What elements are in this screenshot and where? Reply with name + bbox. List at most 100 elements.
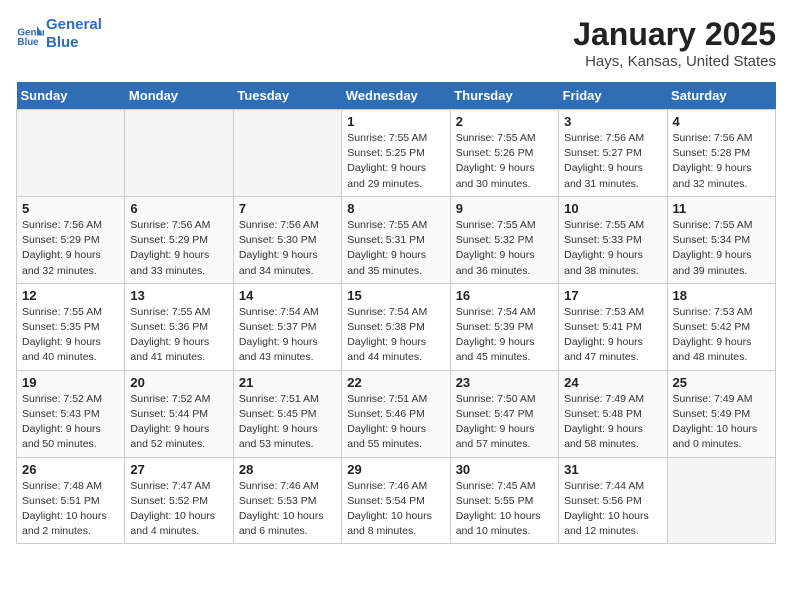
day-number: 3: [564, 114, 661, 129]
logo-line2: Blue: [46, 34, 102, 52]
calendar-cell: 12Sunrise: 7:55 AM Sunset: 5:35 PM Dayli…: [17, 283, 125, 370]
day-number: 28: [239, 462, 336, 477]
calendar-cell: 22 Sunrise: 7:51 AM Sunset: 5:46 PM Dayli…: [342, 370, 450, 457]
calendar-cell: 19 Sunrise: 7:52 AM Sunset: 5:43 PM Dayli…: [17, 370, 125, 457]
day-info: Sunrise: 7:52 AM Sunset: 5:44 PM Dayligh…: [130, 392, 227, 453]
day-number: 23: [456, 375, 553, 390]
day-info: Sunrise: 7:56 AM Sunset: 5:29 PM Dayligh…: [130, 218, 227, 279]
day-info: Sunrise: 7:51 AM Sunset: 5:45 PM Dayligh…: [239, 392, 336, 453]
calendar-cell: 4 Sunrise: 7:56 AM Sunset: 5:28 PM Daylig…: [667, 110, 775, 197]
day-info: Sunrise: 7:55 AM Sunset: 5:31 PM Dayligh…: [347, 218, 444, 279]
day-number: 2: [456, 114, 553, 129]
day-info: Sunrise: 7:51 AM Sunset: 5:46 PM Dayligh…: [347, 392, 444, 453]
day-number: 20: [130, 375, 227, 390]
location-subtitle: Hays, Kansas, United States: [573, 53, 776, 70]
day-info: Sunrise: 7:49 AM Sunset: 5:49 PM Dayligh…: [673, 392, 770, 453]
day-info: Sunrise: 7:54 AM Sunset: 5:37 PM Dayligh…: [239, 305, 336, 366]
day-info: Sunrise: 7:56 AM Sunset: 5:28 PM Dayligh…: [673, 131, 770, 192]
calendar-cell: 2 Sunrise: 7:55 AM Sunset: 5:26 PM Daylig…: [450, 110, 558, 197]
day-number: 18: [673, 288, 770, 303]
calendar-cell: 26 Sunrise: 7:48 AM Sunset: 5:51 PM Dayli…: [17, 457, 125, 544]
day-info: Sunrise: 7:55 AM Sunset: 5:26 PM Dayligh…: [456, 131, 553, 192]
calendar-week-row: 5 Sunrise: 7:56 AM Sunset: 5:29 PM Daylig…: [17, 196, 776, 283]
calendar-cell: 29 Sunrise: 7:46 AM Sunset: 5:54 PM Dayli…: [342, 457, 450, 544]
title-block: January 2025 Hays, Kansas, United States: [573, 16, 776, 70]
day-number: 4: [673, 114, 770, 129]
calendar-cell: 21Sunrise: 7:51 AM Sunset: 5:45 PM Dayli…: [233, 370, 341, 457]
calendar-cell: 6 Sunrise: 7:56 AM Sunset: 5:29 PM Daylig…: [125, 196, 233, 283]
day-number: 25: [673, 375, 770, 390]
calendar-cell: 30 Sunrise: 7:45 AM Sunset: 5:55 PM Dayli…: [450, 457, 558, 544]
day-info: Sunrise: 7:54 AM Sunset: 5:38 PM Dayligh…: [347, 305, 444, 366]
calendar-cell: 27 Sunrise: 7:47 AM Sunset: 5:52 PM Dayli…: [125, 457, 233, 544]
calendar-week-row: 26 Sunrise: 7:48 AM Sunset: 5:51 PM Dayli…: [17, 457, 776, 544]
calendar-cell: [125, 110, 233, 197]
day-number: 27: [130, 462, 227, 477]
day-info: Sunrise: 7:47 AM Sunset: 5:52 PM Dayligh…: [130, 479, 227, 540]
day-number: 7: [239, 201, 336, 216]
day-info: Sunrise: 7:44 AM Sunset: 5:56 PM Dayligh…: [564, 479, 661, 540]
calendar-cell: 20 Sunrise: 7:52 AM Sunset: 5:44 PM Dayli…: [125, 370, 233, 457]
day-number: 14: [239, 288, 336, 303]
day-info: Sunrise: 7:56 AM Sunset: 5:27 PM Dayligh…: [564, 131, 661, 192]
calendar-cell: 25 Sunrise: 7:49 AM Sunset: 5:49 PM Dayli…: [667, 370, 775, 457]
logo-icon: General Blue: [16, 20, 44, 48]
day-number: 8: [347, 201, 444, 216]
weekday-header-thursday: Thursday: [450, 82, 558, 110]
day-number: 22: [347, 375, 444, 390]
day-number: 6: [130, 201, 227, 216]
calendar-cell: 9 Sunrise: 7:55 AM Sunset: 5:32 PM Daylig…: [450, 196, 558, 283]
day-info: Sunrise: 7:50 AM Sunset: 5:47 PM Dayligh…: [456, 392, 553, 453]
day-number: 16: [456, 288, 553, 303]
calendar-cell: 7Sunrise: 7:56 AM Sunset: 5:30 PM Daylig…: [233, 196, 341, 283]
calendar-cell: 8 Sunrise: 7:55 AM Sunset: 5:31 PM Daylig…: [342, 196, 450, 283]
day-number: 11: [673, 201, 770, 216]
day-number: 10: [564, 201, 661, 216]
day-info: Sunrise: 7:48 AM Sunset: 5:51 PM Dayligh…: [22, 479, 119, 540]
calendar-cell: 31Sunrise: 7:44 AM Sunset: 5:56 PM Dayli…: [559, 457, 667, 544]
calendar-cell: 23 Sunrise: 7:50 AM Sunset: 5:47 PM Dayli…: [450, 370, 558, 457]
calendar-cell: 11 Sunrise: 7:55 AM Sunset: 5:34 PM Dayli…: [667, 196, 775, 283]
weekday-header-wednesday: Wednesday: [342, 82, 450, 110]
day-number: 19: [22, 375, 119, 390]
calendar-cell: 5Sunrise: 7:56 AM Sunset: 5:29 PM Daylig…: [17, 196, 125, 283]
day-info: Sunrise: 7:55 AM Sunset: 5:25 PM Dayligh…: [347, 131, 444, 192]
day-info: Sunrise: 7:46 AM Sunset: 5:54 PM Dayligh…: [347, 479, 444, 540]
day-number: 1: [347, 114, 444, 129]
weekday-header-saturday: Saturday: [667, 82, 775, 110]
calendar-table: SundayMondayTuesdayWednesdayThursdayFrid…: [16, 82, 776, 544]
calendar-week-row: 19 Sunrise: 7:52 AM Sunset: 5:43 PM Dayli…: [17, 370, 776, 457]
day-number: 29: [347, 462, 444, 477]
day-number: 9: [456, 201, 553, 216]
weekday-header-sunday: Sunday: [17, 82, 125, 110]
weekday-header-monday: Monday: [125, 82, 233, 110]
day-info: Sunrise: 7:55 AM Sunset: 5:36 PM Dayligh…: [130, 305, 227, 366]
day-info: Sunrise: 7:55 AM Sunset: 5:34 PM Dayligh…: [673, 218, 770, 279]
day-info: Sunrise: 7:52 AM Sunset: 5:43 PM Dayligh…: [22, 392, 119, 453]
calendar-cell: 15Sunrise: 7:54 AM Sunset: 5:38 PM Dayli…: [342, 283, 450, 370]
calendar-cell: 17 Sunrise: 7:53 AM Sunset: 5:41 PM Dayli…: [559, 283, 667, 370]
weekday-header-row: SundayMondayTuesdayWednesdayThursdayFrid…: [17, 82, 776, 110]
calendar-cell: 28 Sunrise: 7:46 AM Sunset: 5:53 PM Dayli…: [233, 457, 341, 544]
day-info: Sunrise: 7:53 AM Sunset: 5:42 PM Dayligh…: [673, 305, 770, 366]
weekday-header-friday: Friday: [559, 82, 667, 110]
day-info: Sunrise: 7:46 AM Sunset: 5:53 PM Dayligh…: [239, 479, 336, 540]
day-number: 26: [22, 462, 119, 477]
day-number: 30: [456, 462, 553, 477]
day-info: Sunrise: 7:55 AM Sunset: 5:33 PM Dayligh…: [564, 218, 661, 279]
day-info: Sunrise: 7:55 AM Sunset: 5:32 PM Dayligh…: [456, 218, 553, 279]
calendar-cell: 13Sunrise: 7:55 AM Sunset: 5:36 PM Dayli…: [125, 283, 233, 370]
page-header: General Blue General Blue January 2025 H…: [16, 16, 776, 70]
day-number: 5: [22, 201, 119, 216]
calendar-week-row: 12Sunrise: 7:55 AM Sunset: 5:35 PM Dayli…: [17, 283, 776, 370]
svg-text:Blue: Blue: [17, 37, 39, 48]
day-info: Sunrise: 7:45 AM Sunset: 5:55 PM Dayligh…: [456, 479, 553, 540]
day-info: Sunrise: 7:53 AM Sunset: 5:41 PM Dayligh…: [564, 305, 661, 366]
day-number: 17: [564, 288, 661, 303]
calendar-cell: 16 Sunrise: 7:54 AM Sunset: 5:39 PM Dayli…: [450, 283, 558, 370]
calendar-cell: [667, 457, 775, 544]
calendar-cell: 18 Sunrise: 7:53 AM Sunset: 5:42 PM Dayli…: [667, 283, 775, 370]
day-info: Sunrise: 7:55 AM Sunset: 5:35 PM Dayligh…: [22, 305, 119, 366]
day-info: Sunrise: 7:54 AM Sunset: 5:39 PM Dayligh…: [456, 305, 553, 366]
calendar-cell: 14 Sunrise: 7:54 AM Sunset: 5:37 PM Dayli…: [233, 283, 341, 370]
